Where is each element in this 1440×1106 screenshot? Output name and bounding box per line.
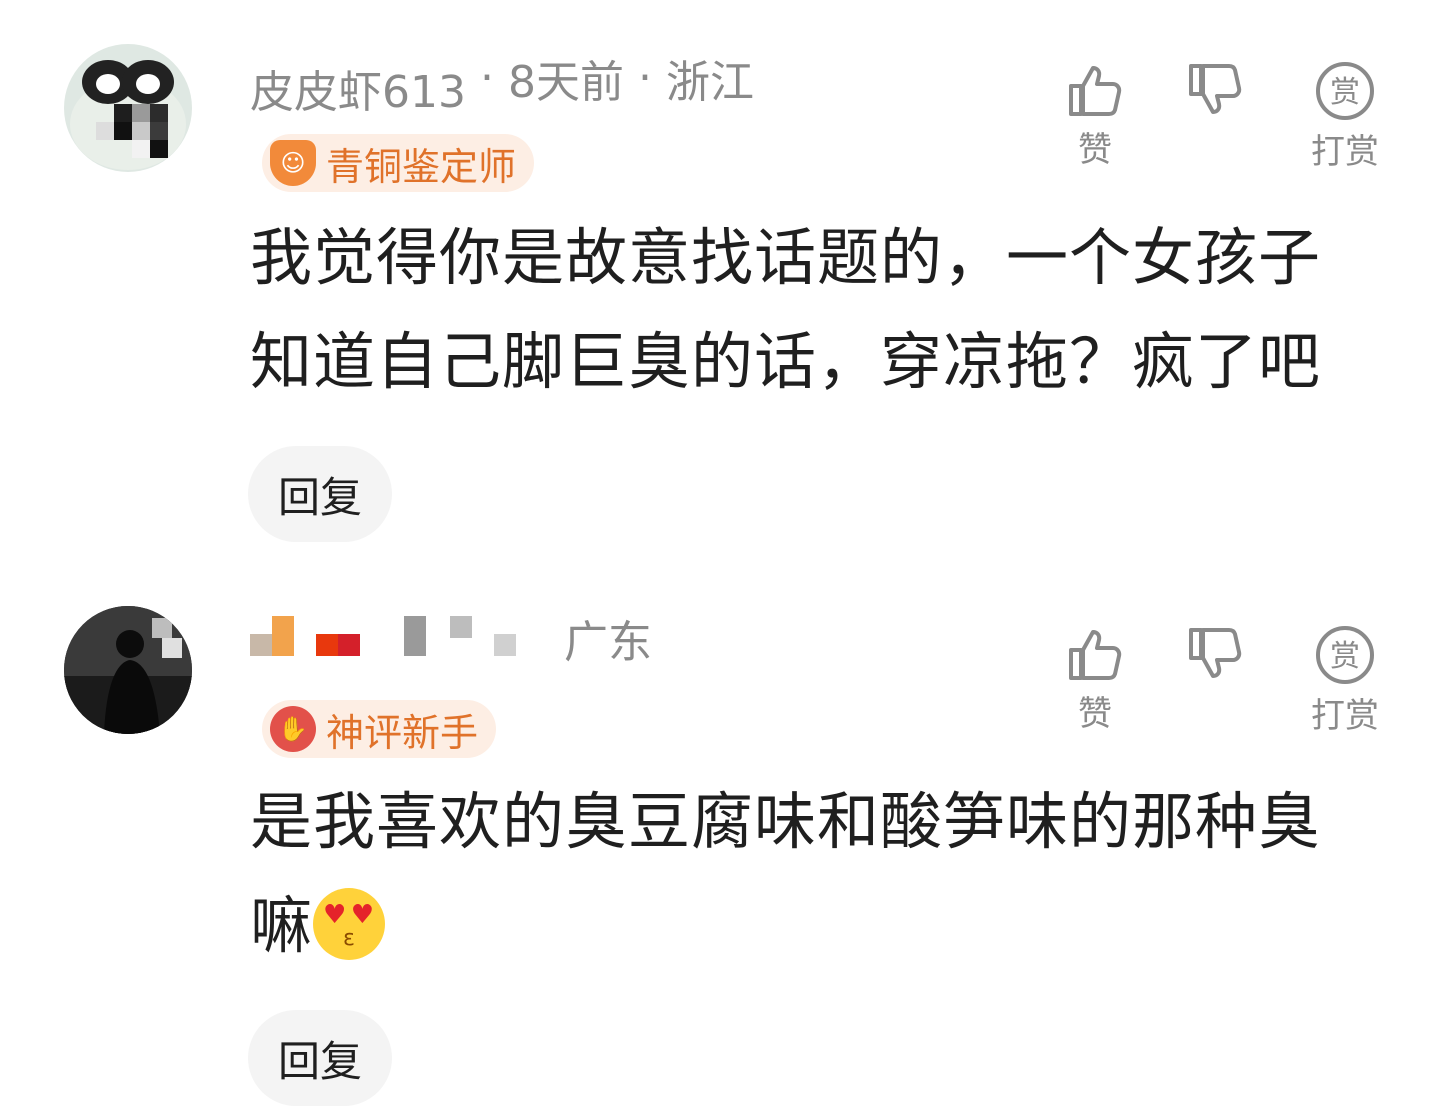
svg-text:赏: 赏: [1330, 75, 1360, 110]
frog-avatar-icon: [70, 60, 186, 170]
novice-badge-icon: ✋: [270, 706, 316, 752]
user-badge[interactable]: ☺ 青铜鉴定师: [262, 134, 535, 192]
reward-label: 打赏: [1311, 696, 1379, 736]
comment-item: 皮皮虾613 · 8天前 · 浙江 ☺ 青铜鉴定师 赞 赏 打赏 我觉得你是故意…: [0, 0, 1440, 560]
avatar[interactable]: [64, 44, 192, 172]
thumbs-down-icon: [1189, 64, 1242, 114]
reply-button[interactable]: 回复: [248, 446, 392, 542]
reply-button[interactable]: 回复: [248, 1010, 392, 1106]
avatar[interactable]: [64, 606, 192, 734]
comment-actions: 赞 赏 打赏: [1050, 624, 1390, 737]
thumbs-up-icon: [1069, 630, 1122, 680]
like-label: 赞: [1078, 130, 1112, 170]
reward-coin-icon: 赏: [1316, 62, 1374, 120]
comment-meta: 皮皮虾613 · 8天前 · 浙江: [250, 52, 754, 119]
svg-text:赏: 赏: [1330, 639, 1360, 674]
thumbs-down-icon: [1189, 628, 1242, 678]
bronze-badge-icon: ☺: [270, 140, 316, 186]
badge-label: 神评新手: [326, 710, 479, 755]
username-censored[interactable]: [250, 616, 550, 660]
comment-text: 我觉得你是故意找话题的，一个女孩子知道自己脚巨臭的话，穿凉拖？疯了吧: [250, 221, 1322, 398]
reward-button[interactable]: 赏 打赏: [1300, 624, 1390, 737]
reward-label: 打赏: [1311, 132, 1379, 172]
reward-coin-icon: 赏: [1316, 626, 1374, 684]
thumbs-up-icon: [1069, 66, 1122, 116]
like-button[interactable]: 赞: [1050, 60, 1140, 171]
like-label: 赞: [1078, 694, 1112, 734]
dislike-button[interactable]: [1170, 624, 1260, 684]
username-censored[interactable]: 皮皮虾613: [250, 56, 466, 118]
reward-button[interactable]: 赏 打赏: [1300, 60, 1390, 173]
location: 广东: [564, 617, 652, 668]
comment-text-container: 是我喜欢的臭豆腐味和酸笋味的那种臭嘛 ♥ ♥ ε: [250, 770, 1360, 978]
dislike-button[interactable]: [1170, 60, 1260, 120]
location: 浙江: [665, 57, 754, 108]
heart-eyes-kiss-emoji-icon: ♥ ♥ ε: [313, 887, 386, 960]
user-badge[interactable]: ✋ 神评新手: [262, 700, 497, 758]
comment-actions: 赞 赏 打赏: [1050, 60, 1390, 173]
username: 皮皮虾613: [250, 67, 466, 118]
comment-text: 是我喜欢的臭豆腐味和酸笋味的那种臭嘛: [250, 785, 1322, 962]
comment-meta: 广东: [250, 606, 652, 670]
like-button[interactable]: 赞: [1050, 624, 1140, 735]
comment-item: 广东 ✋ 神评新手 赞 赏 打赏 是我喜欢的臭豆腐味和酸笋味的那种臭嘛 ♥ ♥ ε 回…: [0, 560, 1440, 1106]
silhouette-avatar-icon: [64, 606, 192, 734]
timestamp: 8天前: [507, 57, 624, 108]
badge-label: 青铜鉴定师: [326, 144, 517, 189]
